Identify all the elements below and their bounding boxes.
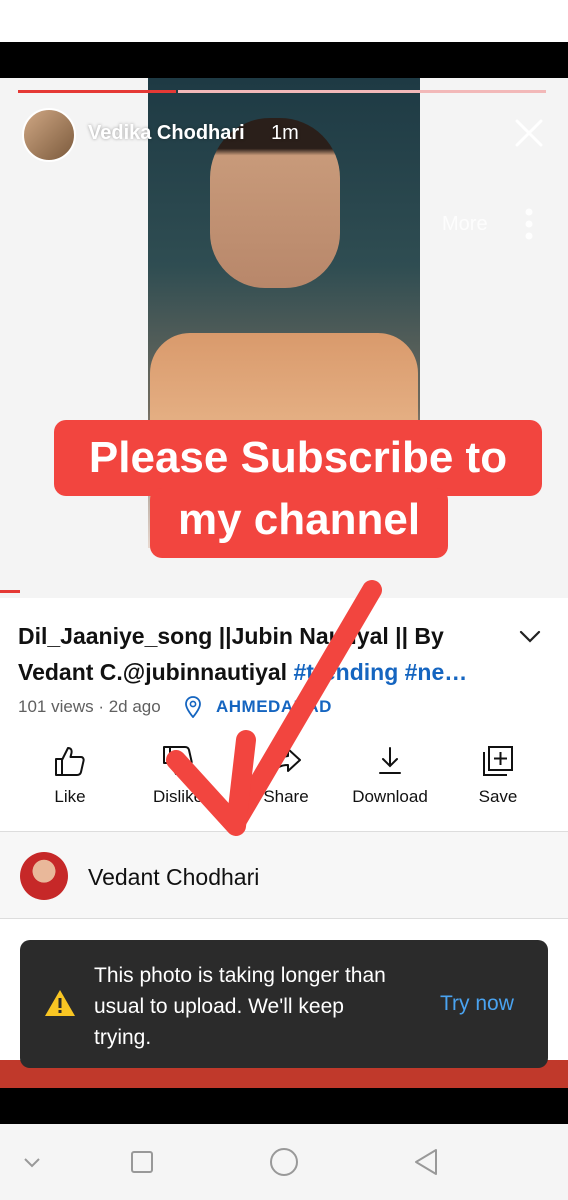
video-title-hashtags[interactable]: #trending #ne… [293,659,467,685]
upload-toast: This photo is taking longer than usual t… [20,940,548,1068]
close-icon[interactable] [514,118,544,148]
story-progress-filled [18,90,176,93]
subscribe-sticker-line1: Please Subscribe to [54,420,542,496]
location-pin-icon [185,696,201,718]
warning-icon [45,990,75,1016]
like-label: Like [54,787,86,806]
try-now-button[interactable]: Try now [440,992,514,1016]
recent-apps-icon[interactable] [124,1144,160,1180]
video-meta: 101 views · 2d ago [18,697,161,716]
channel-name[interactable]: Vedant Chodhari [88,864,259,891]
download-button[interactable]: Download [340,745,440,807]
dislike-label: Dislike [152,787,204,806]
status-bar-area [0,0,568,42]
share-label: Share [263,787,309,806]
like-button[interactable]: Like [20,745,120,807]
nav-collapse-chevron-icon[interactable] [14,1144,50,1180]
channel-avatar[interactable] [20,852,68,900]
story-author-name[interactable]: Vedika Chodhari [88,122,245,145]
story-viewer[interactable]: Vedika Chodhari 1m More Please Subscribe… [0,78,568,598]
save-button[interactable]: Save [448,745,548,807]
video-title[interactable]: Dil_Jaaniye_song ||Jubin Nautiyal || By … [18,618,508,690]
share-button[interactable]: Share [236,745,336,807]
download-label: Download [352,787,428,806]
dislike-button[interactable]: Dislike [128,745,228,807]
story-time: 1m [271,122,299,144]
toast-message: This photo is taking longer than usual t… [94,964,386,1049]
thumbs-up-icon [55,747,85,776]
top-black-band [0,42,568,78]
share-icon [271,748,301,775]
add-to-playlist-icon [483,746,513,776]
subscribe-sticker-line2: my channel [150,488,448,558]
story-author-avatar[interactable] [22,108,76,162]
more-label[interactable]: More [442,213,488,236]
location-link[interactable]: AHMEDABAD [216,697,332,717]
home-icon[interactable] [266,1144,302,1180]
back-icon[interactable] [408,1144,444,1180]
system-nav-bar [0,1124,568,1200]
bottom-black-band [0,1088,568,1124]
channel-row[interactable]: Vedant Chodhari [0,832,568,918]
download-icon [379,747,401,774]
story-progress-track [178,90,546,93]
chevron-down-icon[interactable] [518,626,542,646]
save-label: Save [478,787,518,806]
video-progress-mark [0,590,20,593]
divider [0,918,568,919]
more-vertical-icon[interactable] [522,208,536,240]
thumbs-down-icon [163,746,193,775]
